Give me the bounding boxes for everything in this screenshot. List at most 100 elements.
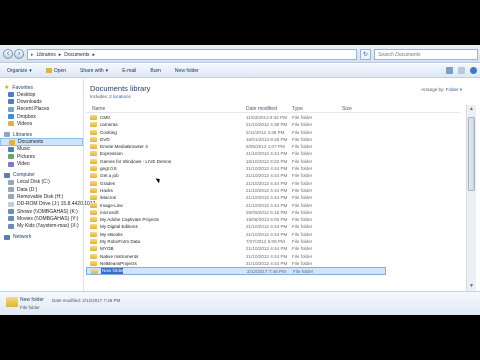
folder-icon bbox=[90, 129, 97, 135]
nav-item-local-disk[interactable]: Local Disk (C:) bbox=[0, 179, 83, 186]
network-drive-icon bbox=[8, 223, 14, 229]
nav-group-network[interactable]: Network bbox=[0, 234, 83, 241]
column-headers: Name Date modified Type Size bbox=[86, 105, 460, 113]
nav-item-videos[interactable]: Videos bbox=[0, 120, 83, 127]
nav-item-documents[interactable]: Documents bbox=[0, 138, 83, 146]
file-row[interactable]: Cooking 2/11/2012 4:36 PM File folder bbox=[86, 129, 460, 136]
rename-input[interactable]: New folder bbox=[101, 268, 124, 275]
chevron-right-icon: ▸ bbox=[92, 51, 96, 58]
nav-item-dvd-drive[interactable]: DD-ROM Drive (J:) 15.8.4420.1017 bbox=[0, 201, 95, 208]
email-button[interactable]: E-mail bbox=[115, 68, 143, 74]
nav-item-recent-places[interactable]: Recent Places bbox=[0, 106, 83, 113]
preview-pane-icon[interactable] bbox=[458, 67, 465, 74]
folder-icon bbox=[90, 217, 97, 223]
file-name: Grades bbox=[100, 180, 116, 186]
column-header-type[interactable]: Type bbox=[292, 106, 303, 112]
file-row[interactable]: CMG 11/03/2013 8:42 PM File folder bbox=[86, 114, 460, 121]
nav-item-removable-disk[interactable]: Removable Disk (H:) bbox=[0, 193, 83, 200]
file-row[interactable]: Games for Windows - LIVE Demos 15/10/2012… bbox=[86, 158, 460, 165]
file-row[interactable]: My RoboForm Data 7/07/2012 5:09 PM File fo… bbox=[86, 238, 460, 245]
back-button[interactable]: ‹ bbox=[3, 49, 13, 59]
file-row[interactable]: New folder 2/12/2017 7:48 PM File folder bbox=[86, 267, 386, 275]
file-type: File folder bbox=[292, 173, 313, 179]
vertical-scrollbar[interactable]: ▲ ▼ bbox=[466, 105, 476, 291]
file-name: My Digital Editions bbox=[100, 224, 138, 230]
file-row[interactable]: cameras 21/10/2012 4:38 PM File folder bbox=[86, 121, 460, 128]
nav-item-downloads[interactable]: Downloads bbox=[0, 98, 83, 105]
column-header-date[interactable]: Date modified bbox=[246, 106, 277, 112]
file-row[interactable]: DVD 16/01/2013 8:48 PM File folder bbox=[86, 136, 460, 143]
nav-item-data-disk[interactable]: Data (D:) bbox=[0, 186, 83, 193]
file-date: 26/09/2012 6:16 PM bbox=[246, 209, 288, 215]
burn-button[interactable]: Burn bbox=[143, 68, 168, 74]
nav-group-libraries[interactable]: Libraries bbox=[0, 131, 83, 138]
forward-button[interactable]: › bbox=[14, 49, 24, 59]
scroll-down-icon[interactable]: ▼ bbox=[468, 283, 475, 290]
drive-icon bbox=[8, 179, 14, 185]
folder-icon bbox=[90, 122, 97, 128]
network-icon bbox=[4, 234, 10, 240]
file-row[interactable]: Get a job 21/10/2012 4:44 PM File folder bbox=[86, 172, 460, 179]
file-row[interactable]: NetBeansProjects 21/10/2012 4:44 PM File f… bbox=[86, 260, 460, 267]
file-type: File folder bbox=[292, 144, 313, 150]
column-header-size[interactable]: Size bbox=[342, 106, 352, 112]
video-icon bbox=[8, 161, 14, 167]
arrange-by-dropdown[interactable]: Folder bbox=[446, 87, 459, 92]
nav-item-desktop[interactable]: Desktop bbox=[0, 91, 83, 98]
breadcrumb-libraries[interactable]: Libraries bbox=[37, 52, 56, 58]
file-row[interactable]: Emote MediaBrowser 4 6/05/2013 1:07 PM Fil… bbox=[86, 143, 460, 150]
file-row[interactable]: Hacks 21/10/2012 4:44 PM File folder bbox=[86, 187, 460, 194]
file-row[interactable]: My eBooks 21/10/2012 4:44 PM File folder bbox=[86, 231, 460, 238]
breadcrumb[interactable]: ▸ Libraries ▸ Documents ▸ bbox=[27, 49, 357, 60]
file-row[interactable]: Expression 21/10/2012 4:44 PM File folder bbox=[86, 150, 460, 157]
address-bar: ‹ › ▸ Libraries ▸ Documents ▸ ↻ Search D… bbox=[0, 45, 480, 63]
folder-icon bbox=[90, 115, 97, 120]
star-icon: ★ bbox=[4, 84, 10, 91]
file-type: File folder bbox=[292, 209, 313, 215]
view-options-icon[interactable] bbox=[446, 67, 453, 74]
open-button[interactable]: Open bbox=[39, 68, 73, 74]
downloads-icon bbox=[8, 99, 14, 105]
locations-link[interactable]: 2 locations bbox=[109, 94, 131, 99]
nav-group-favorites[interactable]: ★ Favorites bbox=[0, 84, 83, 91]
file-row[interactable]: MYOB 21/10/2012 4:44 PM File folder bbox=[86, 245, 460, 252]
folder-icon bbox=[90, 166, 97, 172]
file-type: File folder bbox=[292, 136, 313, 142]
nav-item-shows-drive[interactable]: Shows (\\OMBGAHAS) (K:) bbox=[0, 208, 83, 215]
breadcrumb-documents[interactable]: Documents bbox=[64, 52, 89, 58]
nav-item-pictures[interactable]: Pictures bbox=[0, 153, 83, 160]
nav-item-music[interactable]: Music bbox=[0, 146, 83, 153]
nav-item-video[interactable]: Video bbox=[0, 160, 83, 167]
scroll-up-icon[interactable]: ▲ bbox=[468, 106, 475, 113]
column-header-name[interactable]: Name bbox=[92, 106, 105, 112]
file-row[interactable]: Grades 21/10/2012 4:44 PM File folder bbox=[86, 180, 460, 187]
nav-item-dropbox[interactable]: Dropbox bbox=[0, 113, 83, 120]
file-row[interactable]: microsoft 26/09/2012 6:16 PM File folder bbox=[86, 209, 460, 216]
file-name: Cooking bbox=[100, 129, 117, 135]
file-date: 6/05/2013 1:07 PM bbox=[246, 144, 285, 150]
help-icon[interactable] bbox=[470, 67, 477, 74]
file-date: 11/03/2013 8:42 PM bbox=[246, 115, 288, 120]
file-row[interactable]: gegt 0.8 21/10/2012 4:44 PM File folder bbox=[86, 165, 460, 172]
folder-icon bbox=[90, 260, 97, 266]
file-name: microsoft bbox=[100, 209, 119, 215]
file-row[interactable]: My Digital Editions 21/10/2012 4:44 PM Fil… bbox=[86, 223, 460, 230]
nav-item-movies-drive[interactable]: Movies (\\OMBGAHAS) (Y:) bbox=[0, 215, 83, 222]
file-row[interactable]: My Adobe Captivate Projects 19/08/2013 5:… bbox=[86, 216, 460, 223]
network-drive-icon bbox=[8, 209, 14, 214]
refresh-button[interactable]: ↻ bbox=[360, 49, 371, 60]
file-row[interactable]: Image-Line 21/10/2012 4:44 PM File folder bbox=[86, 202, 460, 209]
file-date: 2/12/2017 7:48 PM bbox=[247, 269, 286, 275]
file-row[interactable]: iMacros 21/10/2012 4:44 PM File folder bbox=[86, 194, 460, 201]
new-folder-button[interactable]: New folder bbox=[168, 68, 206, 74]
search-input[interactable]: Search Documents bbox=[374, 49, 478, 60]
videos-icon bbox=[8, 121, 14, 127]
nav-item-kids-drive[interactable]: My Kids (\\system-mas) (X:) bbox=[0, 222, 83, 229]
share-with-button[interactable]: Share with ▾ bbox=[73, 68, 115, 74]
file-row[interactable]: Native Instruments 21/10/2012 4:44 PM File… bbox=[86, 253, 460, 260]
file-type: File folder bbox=[292, 187, 313, 193]
organize-button[interactable]: Organize ▾ bbox=[0, 68, 39, 74]
scroll-thumb[interactable] bbox=[468, 117, 475, 191]
file-name: Expression bbox=[100, 151, 123, 157]
nav-group-computer[interactable]: Computer bbox=[0, 172, 83, 179]
